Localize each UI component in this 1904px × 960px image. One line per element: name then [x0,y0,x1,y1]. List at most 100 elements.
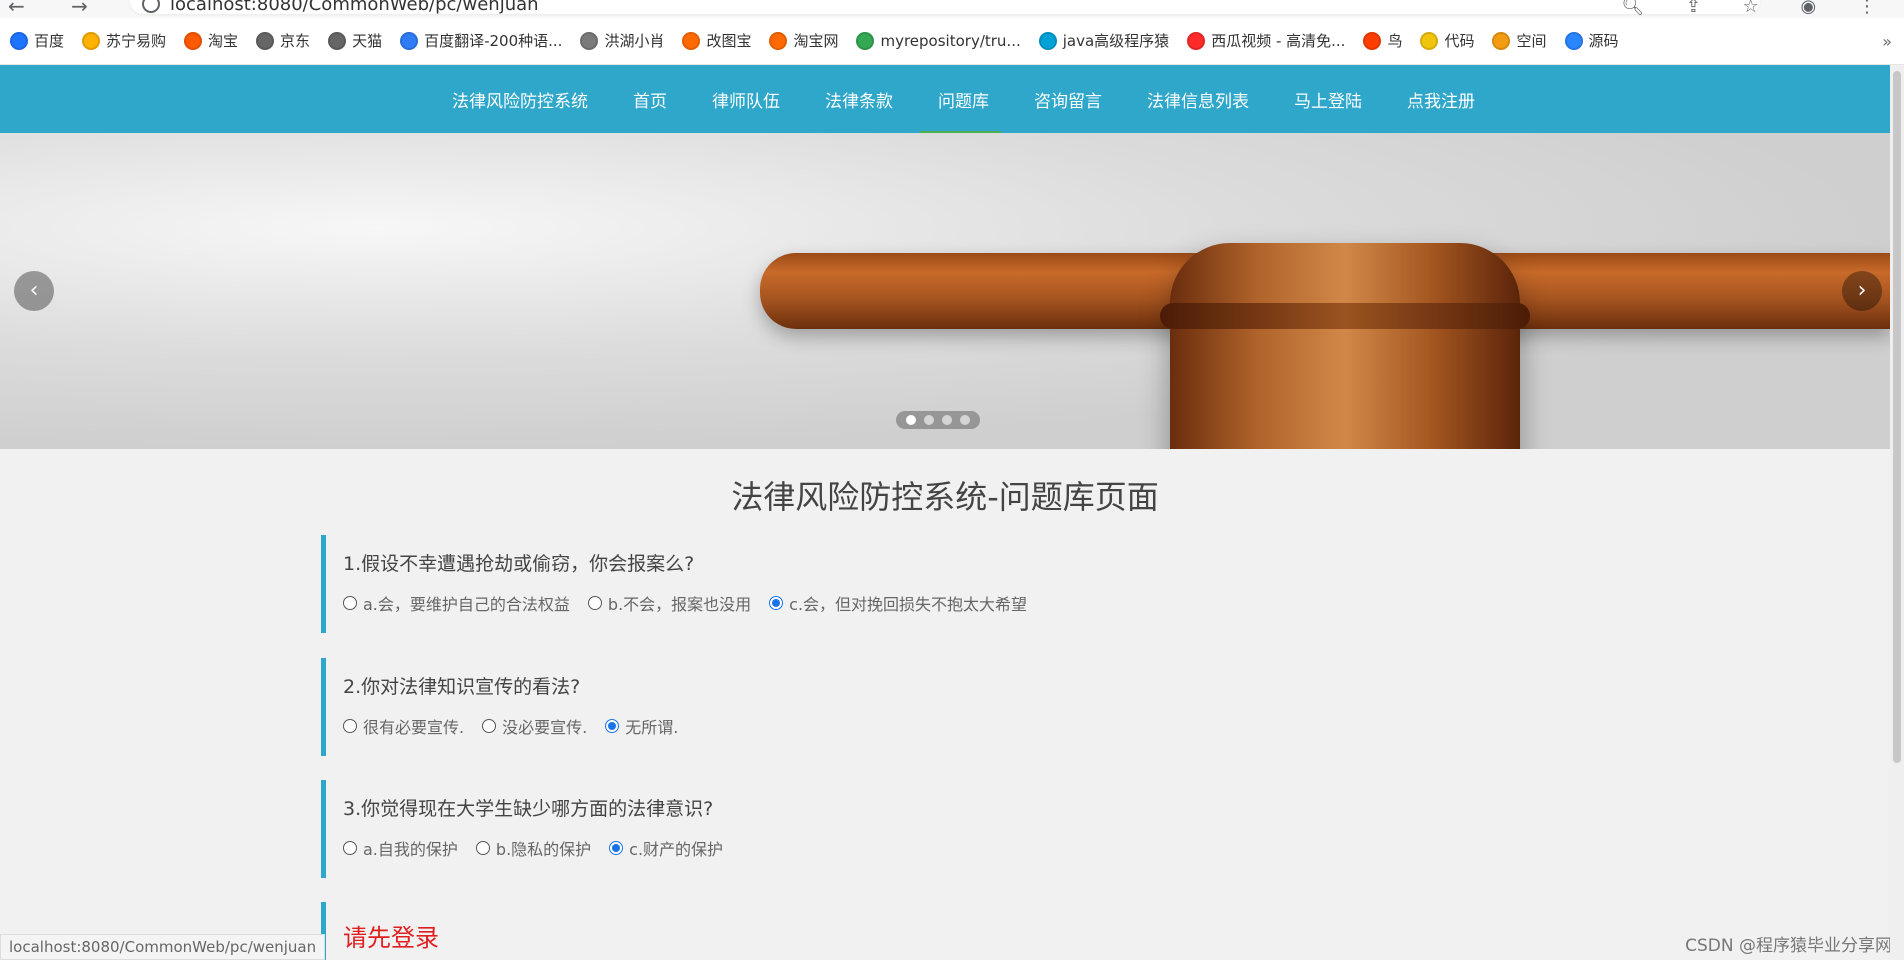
forward-icon[interactable]: → [71,0,108,18]
bookmark-icon [400,31,419,50]
radio-button[interactable] [343,596,357,610]
gavel-head [1160,243,1530,449]
option-label: 很有必要宣传. [363,718,465,737]
bookmark-item[interactable]: 代码 [1420,30,1474,51]
option-label: 没必要宣传. [502,718,588,737]
address-bar[interactable]: localhost:8080/CommonWeb/pc/wenjuan [130,0,1760,15]
bookmark-item[interactable]: 苏宁易购 [82,30,166,51]
scrollbar-thumb[interactable] [1893,71,1901,763]
option-2b[interactable]: 没必要宣传. [482,714,587,738]
bookmark-item[interactable]: java高级程序猿 [1038,30,1169,51]
carousel-dot[interactable] [960,415,970,425]
chevron-left-icon[interactable]: ‹ [14,271,54,311]
bookmark-item[interactable]: 改图宝 [682,30,751,51]
carousel-indicators [896,411,980,429]
radio-button[interactable] [605,719,620,733]
nav-item[interactable]: 问题库 [920,87,1001,134]
bookmark-item[interactable]: 天猫 [328,30,382,51]
back-icon[interactable]: ← [8,0,45,18]
browser-tools: 🔍︎ ⇪ ☆ ◉ ⋮ [1621,0,1894,17]
bookmark-item[interactable]: 洪湖小肖 [580,30,664,51]
bookmark-icon [1363,31,1382,50]
carousel-dot[interactable] [924,415,934,425]
address-text: localhost:8080/CommonWeb/pc/wenjuan [170,0,539,15]
bookmark-icon [682,31,701,50]
bookmark-icon [10,31,28,50]
option-1a[interactable]: a.会，要维护自己的合法权益 [343,591,570,615]
question-options: 很有必要宣传. 没必要宣传. 无所谓. [343,714,696,738]
option-3a[interactable]: a.自我的保护 [343,836,458,860]
radio-button[interactable] [769,596,784,610]
bookmark-item[interactable]: 淘宝 [184,30,238,51]
nav-item[interactable]: 咨询留言 [1034,87,1102,112]
bookmark-item[interactable]: 淘宝网 [769,30,838,51]
bookmark-icon [1420,31,1439,50]
bookmark-label: 淘宝 [208,32,239,50]
bookmark-item[interactable]: 百度翻译-200种语... [400,30,562,51]
gavel-image [760,243,1890,449]
question-text: 2.你对法律知识宣传的看法? [343,676,581,698]
bookmark-label: 淘宝网 [793,32,839,50]
bookmark-icon [1564,31,1583,50]
search-icon[interactable]: 🔍︎ [1621,0,1662,17]
option-3b[interactable]: b.隐私的保护 [475,836,591,860]
bookmark-item[interactable]: 京东 [256,30,310,51]
bookmark-item[interactable]: 源码 [1564,30,1619,51]
bookmark-item[interactable]: 鸟 [1363,30,1402,51]
option-1c[interactable]: c.会，但对挽回损失不抱太大希望 [769,591,1027,615]
bookmark-item[interactable]: myrepository/tru... [856,31,1021,50]
login-prompt-text[interactable]: 请先登录 [343,918,439,953]
bookmark-label: 改图宝 [706,32,752,50]
menu-icon[interactable]: ⋮ [1858,0,1894,17]
radio-button[interactable] [482,719,497,733]
star-icon[interactable]: ☆ [1743,0,1777,17]
bookmark-item[interactable]: 西瓜视频 - 高清免... [1187,30,1345,51]
option-2a[interactable]: 很有必要宣传. [343,714,464,738]
bookmarks-list: 百度 苏宁易购 淘宝 京东 天猫 百度翻译-200种语... 洪湖小肖 改图宝 淘宝网 myrep… [10,30,1637,51]
option-3c[interactable]: c.财产的保护 [609,836,723,860]
bookmark-item[interactable]: 百度 [10,30,64,51]
question-3: 3.你觉得现在大学生缺少哪方面的法律意识? a.自我的保护 b.隐私的保护 c.… [321,780,1326,878]
share-icon[interactable]: ⇪ [1686,0,1719,17]
bookmark-icon [184,31,203,50]
carousel-dot[interactable] [906,415,916,425]
bookmark-label: 空间 [1516,32,1547,50]
option-label: 无所谓. [625,718,679,737]
radio-button[interactable] [609,841,624,855]
nav-item[interactable]: 法律条款 [825,87,893,112]
bookmark-label: myrepository/tru... [880,31,1021,50]
carousel-dot[interactable] [942,415,952,425]
bookmark-item[interactable]: 空间 [1492,30,1547,51]
chevron-right-icon[interactable]: › [1842,271,1882,311]
profile-icon[interactable]: ◉ [1801,0,1835,17]
option-2c[interactable]: 无所谓. [605,714,678,738]
info-icon[interactable] [142,0,160,13]
bookmark-icon [1187,31,1206,50]
radio-button[interactable] [343,841,357,855]
nav-item[interactable]: 点我注册 [1407,87,1475,112]
question-options: a.自我的保护 b.隐私的保护 c.财产的保护 [343,836,741,860]
radio-button[interactable] [475,841,490,855]
bookmarks-bar: 百度 苏宁易购 淘宝 京东 天猫 百度翻译-200种语... 洪湖小肖 改图宝 淘宝网 myrep… [0,18,1904,65]
nav-item[interactable]: 律师队伍 [712,87,780,112]
radio-button[interactable] [343,719,357,733]
page-title: 法律风险防控系统-问题库页面 [731,478,1159,516]
scrollbar[interactable] [1890,65,1904,960]
status-bar: localhost:8080/CommonWeb/pc/wenjuan [0,934,326,960]
login-prompt: 请先登录 [321,902,926,960]
question-2: 2.你对法律知识宣传的看法? 很有必要宣传. 没必要宣传. 无所谓. [321,658,1326,756]
bookmark-label: 天猫 [352,32,383,50]
option-1b[interactable]: b.不会，报案也没用 [587,591,752,615]
bookmark-icon [256,31,275,50]
option-label: b.不会，报案也没用 [607,595,752,614]
nav-item[interactable]: 法律风险防控系统 [452,87,588,112]
bookmarks-overflow[interactable]: » [1882,32,1892,51]
bookmark-label: 百度 [34,32,65,50]
radio-button[interactable] [587,596,602,610]
hero-carousel: ‹ › [0,133,1890,449]
nav-item[interactable]: 法律信息列表 [1147,87,1249,112]
nav-item[interactable]: 首页 [633,87,667,112]
nav-item[interactable]: 马上登陆 [1294,87,1362,112]
browser-toolbar: ← → ↻ localhost:8080/CommonWeb/pc/wenjua… [0,0,1904,19]
question-options: a.会，要维护自己的合法权益 b.不会，报案也没用 c.会，但对挽回损失不抱太大… [343,591,1045,615]
